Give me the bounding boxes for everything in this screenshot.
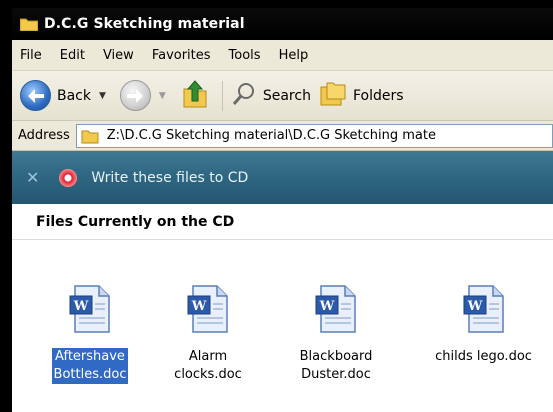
word-doc-icon: W xyxy=(463,284,505,334)
svg-text:W: W xyxy=(73,299,89,314)
folders-label: Folders xyxy=(352,87,404,104)
write-to-cd-link[interactable]: Write these files to CD xyxy=(91,170,248,186)
svg-text:W: W xyxy=(191,299,207,314)
explorer-window: D.C.G Sketching material File Edit View … xyxy=(12,8,553,412)
forward-button[interactable]: ▼ xyxy=(119,80,172,111)
file-item[interactable]: W childs lego.doc xyxy=(414,240,553,412)
folder-icon xyxy=(81,128,99,144)
file-list: W Aftershave Bottles.doc W Alarm clocks.… xyxy=(12,240,553,412)
file-item[interactable]: W Aftershave Bottles.doc xyxy=(34,240,146,412)
word-doc-icon: W xyxy=(315,284,357,334)
menu-tools[interactable]: Tools xyxy=(229,48,261,63)
back-label: Back xyxy=(57,87,91,104)
search-icon xyxy=(231,81,257,111)
menu-favorites[interactable]: Favorites xyxy=(152,48,211,63)
menu-bar: File Edit View Favorites Tools Help xyxy=(12,40,553,71)
file-name: Alarm clocks.doc xyxy=(174,349,242,382)
file-name: childs lego.doc xyxy=(435,349,532,364)
file-item[interactable]: W Alarm clocks.doc xyxy=(152,240,264,412)
search-label: Search xyxy=(262,87,311,104)
folders-icon xyxy=(319,81,347,111)
menu-view[interactable]: View xyxy=(103,48,134,63)
back-arrow-icon xyxy=(20,80,51,111)
address-path: Z:\D.C.G Sketching material\D.C.G Sketch… xyxy=(106,128,436,143)
forward-arrow-icon xyxy=(119,80,151,111)
window-title: D.C.G Sketching material xyxy=(44,16,245,32)
menu-edit[interactable]: Edit xyxy=(60,48,85,63)
back-button[interactable]: Back ▼ xyxy=(20,80,112,111)
section-header: Files Currently on the CD xyxy=(12,204,553,240)
folders-button[interactable]: Folders xyxy=(319,81,404,111)
search-button[interactable]: Search xyxy=(231,81,311,111)
menu-file[interactable]: File xyxy=(20,48,42,63)
word-doc-icon: W xyxy=(187,284,229,334)
svg-text:W: W xyxy=(319,299,335,314)
section-title: Files Currently on the CD xyxy=(36,213,235,230)
cd-burn-icon xyxy=(59,168,78,187)
folder-icon xyxy=(19,17,39,32)
file-item[interactable]: W Blackboard Duster.doc xyxy=(280,240,392,412)
cd-write-banner: ✕ Write these files to CD xyxy=(12,151,553,204)
up-folder-icon xyxy=(180,79,210,113)
title-bar[interactable]: D.C.G Sketching material xyxy=(12,8,553,40)
file-name: Blackboard Duster.doc xyxy=(299,349,373,382)
word-doc-icon: W xyxy=(69,284,111,334)
file-name: Aftershave Bottles.doc xyxy=(51,348,129,384)
up-button[interactable] xyxy=(180,79,210,113)
toolbar: Back ▼ ▼ Search Folders xyxy=(12,71,553,121)
menu-help[interactable]: Help xyxy=(279,48,309,63)
address-field[interactable]: Z:\D.C.G Sketching material\D.C.G Sketch… xyxy=(75,123,553,148)
address-bar: Address Z:\D.C.G Sketching material\D.C.… xyxy=(12,121,553,151)
svg-text:W: W xyxy=(466,299,482,314)
toolbar-separator xyxy=(221,80,223,111)
forward-dropdown-icon[interactable]: ▼ xyxy=(159,91,166,101)
back-dropdown-icon[interactable]: ▼ xyxy=(99,91,106,101)
close-icon[interactable]: ✕ xyxy=(26,168,39,187)
address-label: Address xyxy=(18,128,70,143)
